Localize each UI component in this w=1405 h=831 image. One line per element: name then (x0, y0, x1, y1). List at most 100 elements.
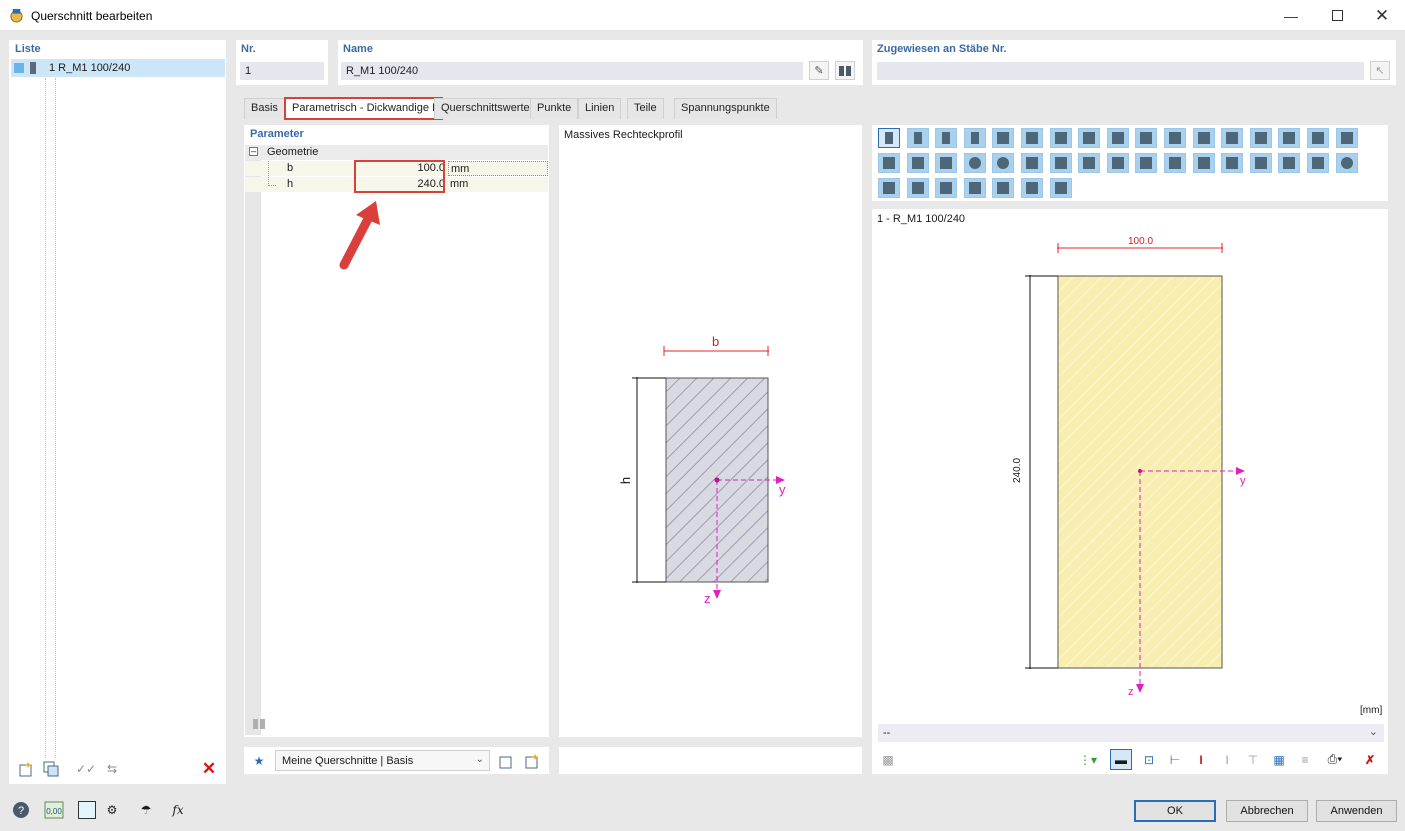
dimension-display-icon[interactable]: ▬ (1110, 749, 1132, 770)
section-type-icon[interactable] (1335, 128, 1358, 148)
tab-punkte[interactable]: Punkte (530, 98, 579, 119)
copy-section-icon[interactable] (40, 758, 62, 779)
points-display-icon[interactable]: ⋮▾ (1074, 749, 1102, 770)
close-button[interactable]: ✕ (1359, 0, 1405, 31)
pick-members-icon[interactable]: ↖ (1370, 61, 1390, 80)
section-shape-icon (1026, 132, 1038, 144)
param-unit-h: mm (450, 178, 469, 190)
section-type-icon[interactable] (1106, 128, 1129, 148)
assigned-members-field[interactable] (877, 62, 1364, 80)
cancel-button[interactable]: Abbrechen (1226, 800, 1308, 822)
apply-button[interactable]: Anwenden (1316, 800, 1397, 822)
label-b: b (712, 334, 720, 349)
section-type-icon[interactable] (906, 178, 929, 198)
dimension-line-icon[interactable]: ⊤ (1242, 749, 1264, 770)
section-type-icon[interactable] (1164, 153, 1186, 173)
section-type-icon[interactable] (1049, 128, 1072, 148)
library-book-icon[interactable] (835, 61, 855, 80)
i-section-red-icon[interactable]: I (1190, 749, 1212, 770)
section-type-icon[interactable] (906, 153, 929, 173)
centroid-icon[interactable]: ⊢ (1164, 749, 1186, 770)
tab-spannungspunkte[interactable]: Spannungspunkte (674, 98, 777, 119)
favorite-icon[interactable]: ★ (248, 750, 270, 771)
section-shape-icon (1169, 157, 1181, 169)
maximize-button[interactable] (1314, 0, 1360, 31)
render-options-icon[interactable]: ▩ (877, 749, 899, 770)
section-shape-icon (997, 157, 1010, 169)
minimize-button[interactable]: — (1268, 0, 1314, 31)
section-type-icon[interactable] (1106, 153, 1129, 173)
axes-display-icon[interactable]: ⊡ (1138, 749, 1160, 770)
tab-querschnittswerte[interactable]: Querschnittswerte (434, 98, 537, 119)
tab-teile[interactable]: Teile (627, 98, 664, 119)
preview-select[interactable]: -- ⌄ (878, 724, 1384, 742)
geometrie-group-row[interactable]: – Geometrie (245, 145, 548, 160)
nr-field[interactable]: 1 (240, 62, 324, 80)
decimal-places-icon[interactable]: 0,00 (43, 799, 65, 820)
uncheck-icon[interactable]: ⇆ (101, 758, 123, 779)
table-icon[interactable]: ≡ (1294, 749, 1316, 770)
section-type-icon[interactable] (935, 128, 958, 148)
name-field[interactable]: R_M1 100/240 (341, 62, 803, 80)
section-type-icon[interactable] (963, 178, 986, 198)
section-type-icon[interactable] (1135, 128, 1158, 148)
section-shape-icon (1226, 132, 1239, 144)
section-type-icon[interactable] (1278, 153, 1301, 173)
section-type-icon[interactable] (1192, 153, 1215, 173)
section-type-icon[interactable] (1249, 128, 1272, 148)
help-icon[interactable]: ? (10, 799, 32, 820)
formula-icon[interactable]: fx (167, 799, 189, 820)
section-type-icon[interactable] (1049, 153, 1072, 173)
display-properties-icon[interactable]: ⚙ (101, 799, 123, 820)
tab-basis[interactable]: Basis (244, 98, 285, 119)
section-type-icon[interactable] (963, 153, 986, 173)
tab-linien[interactable]: Linien (578, 98, 622, 119)
section-type-icon[interactable] (1307, 128, 1329, 148)
grid-icon[interactable]: ▦ (1268, 749, 1290, 770)
section-type-icon[interactable] (935, 153, 958, 173)
section-type-icon[interactable] (906, 128, 929, 148)
ok-button[interactable]: OK (1134, 800, 1216, 822)
section-type-icon[interactable] (1078, 153, 1101, 173)
section-type-icon[interactable] (1192, 128, 1215, 148)
section-type-icon[interactable] (1335, 153, 1358, 173)
new-library-item-icon[interactable] (521, 750, 543, 771)
parameter-book-icon[interactable] (248, 713, 270, 734)
section-type-icon[interactable] (878, 153, 900, 173)
view-icon[interactable]: ☂ (135, 799, 157, 820)
section-type-icon[interactable] (1049, 178, 1072, 198)
parameter-panel: Parameter – Geometrie b 100.0 mm h 240.0… (244, 125, 549, 737)
check-icon[interactable]: ✓✓ (75, 758, 97, 779)
section-type-icon[interactable] (992, 128, 1015, 148)
section-type-icon[interactable] (1249, 153, 1272, 173)
tab-parametrisch[interactable]: Parametrisch - Dickwandige I (284, 97, 444, 120)
i-section-grey-icon[interactable]: I (1216, 749, 1238, 770)
section-type-icon[interactable] (1078, 128, 1101, 148)
section-type-icon[interactable] (1221, 128, 1244, 148)
edit-name-icon[interactable]: ✎ (809, 61, 829, 80)
reset-view-icon[interactable]: ✗ (1359, 749, 1381, 770)
section-type-icon[interactable] (992, 178, 1015, 198)
save-to-library-icon[interactable] (495, 750, 517, 771)
section-type-icon[interactable] (1135, 153, 1158, 173)
section-type-icon[interactable] (1021, 153, 1043, 173)
section-type-icon[interactable] (992, 153, 1015, 173)
section-type-icon[interactable] (1021, 178, 1043, 198)
name-panel: Name R_M1 100/240 ✎ (338, 40, 863, 85)
section-type-icon[interactable] (1307, 153, 1329, 173)
section-type-icon[interactable] (1278, 128, 1301, 148)
section-type-icon[interactable] (935, 178, 958, 198)
color-box-icon[interactable] (76, 799, 98, 820)
list-item[interactable]: 1 R_M1 100/240 (11, 59, 225, 77)
section-type-icon[interactable] (1221, 153, 1244, 173)
print-icon[interactable]: ⎙▾ (1320, 749, 1350, 770)
library-select[interactable]: Meine Querschnitte | Basis ⌄ (275, 750, 490, 771)
section-type-icon[interactable] (878, 178, 900, 198)
new-section-icon[interactable] (15, 758, 37, 779)
delete-icon[interactable]: ✕ (198, 758, 220, 779)
collapse-icon[interactable]: – (249, 147, 258, 156)
section-type-icon[interactable] (963, 128, 986, 148)
section-type-icon[interactable] (1021, 128, 1043, 148)
section-type-icon[interactable] (1164, 128, 1186, 148)
section-type-icon[interactable] (878, 128, 900, 148)
